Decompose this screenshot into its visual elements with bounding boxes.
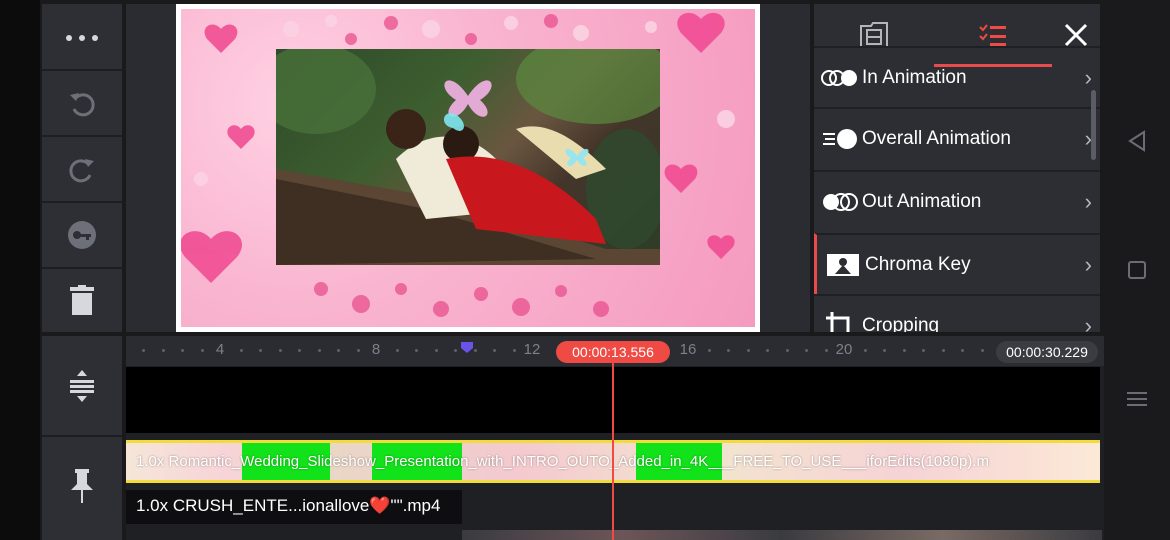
- ruler-dot: [883, 349, 886, 352]
- ruler-dot: [981, 349, 984, 352]
- back-button[interactable]: [1120, 124, 1154, 158]
- ruler-dot: [357, 349, 360, 352]
- chevron-right-icon: ›: [1084, 64, 1092, 90]
- ruler-dot: [454, 349, 457, 352]
- bookmark-marker[interactable]: [461, 342, 473, 353]
- total-duration: 00:00:30.229: [996, 341, 1098, 363]
- more-button[interactable]: [42, 6, 122, 70]
- menu-overall-animation[interactable]: Overall Animation ›: [814, 107, 1100, 168]
- panel-scrollbar[interactable]: [1091, 90, 1096, 160]
- ruler-dot: [415, 349, 418, 352]
- ruler-dot: [727, 349, 730, 352]
- divider: [42, 435, 122, 437]
- ruler-dot: [922, 349, 925, 352]
- undo-button[interactable]: [42, 71, 122, 135]
- ruler-dot: [318, 349, 321, 352]
- back-icon: [1128, 130, 1145, 152]
- playhead-time: 00:00:13.556: [556, 341, 670, 363]
- keyframe-button[interactable]: [42, 203, 122, 267]
- ruler-dot: [337, 349, 340, 352]
- close-icon: [1064, 23, 1088, 47]
- expand-timeline-button[interactable]: [42, 354, 122, 418]
- overlay-clip-label: 1.0x CRUSH_ENTE...ionallove❤️"".mp4: [136, 496, 441, 515]
- film-icon: [860, 22, 888, 48]
- in-animation-icon: [820, 63, 860, 93]
- butterfly-sticker: [443, 80, 492, 131]
- delete-button[interactable]: [42, 268, 122, 332]
- ruler-dot: [766, 349, 769, 352]
- recents-icon: [1127, 392, 1147, 406]
- overlay-video-clip[interactable]: 1.0x CRUSH_ENTE...ionallove❤️"".mp4: [126, 490, 462, 524]
- overall-animation-icon: [820, 124, 860, 154]
- ruler-label: 12: [523, 341, 541, 358]
- ruler-label: 4: [215, 341, 225, 358]
- menu-label: Overall Animation: [862, 127, 1011, 149]
- menu-in-animation[interactable]: In Animation ›: [814, 46, 1100, 107]
- menu-label: Chroma Key: [865, 253, 971, 275]
- home-icon: [1128, 261, 1146, 279]
- keyframe-icon: [68, 221, 96, 249]
- ruler-dot: [201, 349, 204, 352]
- ruler-dot: [942, 349, 945, 352]
- ruler-label: 8: [371, 341, 381, 358]
- ruler-dot: [240, 349, 243, 352]
- ruler-dot: [825, 349, 828, 352]
- ruler-dot: [493, 349, 496, 352]
- delete-icon: [70, 285, 94, 315]
- ruler-dot: [142, 349, 145, 352]
- recents-button[interactable]: [1120, 382, 1154, 416]
- ruler-dot: [181, 349, 184, 352]
- redo-icon: [69, 159, 94, 183]
- ruler-dot: [474, 349, 477, 352]
- chevron-right-icon: ›: [1084, 188, 1092, 214]
- ruler-dot: [903, 349, 906, 352]
- menu-label: In Animation: [862, 66, 967, 88]
- ruler-dot: [708, 349, 711, 352]
- pin-icon: [71, 469, 93, 503]
- ruler-dot: [805, 349, 808, 352]
- main-clip-label: 1.0x Romantic_Wedding_Slideshow_Presenta…: [136, 453, 989, 470]
- out-animation-icon: [820, 187, 860, 217]
- ruler-dot: [162, 349, 165, 352]
- pin-button[interactable]: [42, 454, 122, 518]
- menu-label: Out Animation: [862, 190, 982, 212]
- menu-label: Cropping: [862, 314, 940, 333]
- menu-cropping[interactable]: Cropping ›: [814, 294, 1100, 332]
- playhead[interactable]: [612, 360, 614, 540]
- ruler-dot: [259, 349, 262, 352]
- ruler-dot: [961, 349, 964, 352]
- ruler-dot: [298, 349, 301, 352]
- expand-timeline-icon: [70, 370, 94, 402]
- ruler-dot: [786, 349, 789, 352]
- more-icon: [66, 35, 98, 41]
- ruler-dot: [864, 349, 867, 352]
- menu-out-animation[interactable]: Out Animation ›: [814, 170, 1100, 231]
- ruler-label: 16: [679, 341, 697, 358]
- thumbnail-strip: [462, 530, 1102, 540]
- chroma-key-icon: [823, 250, 863, 280]
- ruler-label: 20: [835, 341, 853, 358]
- redo-button[interactable]: [42, 137, 122, 201]
- home-button[interactable]: [1120, 253, 1154, 287]
- options-panel: In Animation › Overall Animation › Out A…: [814, 4, 1100, 332]
- ruler-dot: [396, 349, 399, 352]
- menu-chroma-key[interactable]: Chroma Key ›: [814, 233, 1100, 294]
- ruler-dot: [747, 349, 750, 352]
- checklist-icon: [979, 24, 1006, 46]
- ruler-dot: [513, 349, 516, 352]
- chevron-right-icon: ›: [1084, 251, 1092, 277]
- ruler-dot: [435, 349, 438, 352]
- butterfly-sticker-2: [565, 148, 589, 166]
- undo-icon: [70, 93, 95, 117]
- ruler-dot: [279, 349, 282, 352]
- video-editor: In Animation › Overall Animation › Out A…: [0, 0, 1170, 540]
- crop-icon: [820, 311, 860, 332]
- left-edge: [0, 0, 40, 540]
- chevron-right-icon: ›: [1084, 312, 1092, 333]
